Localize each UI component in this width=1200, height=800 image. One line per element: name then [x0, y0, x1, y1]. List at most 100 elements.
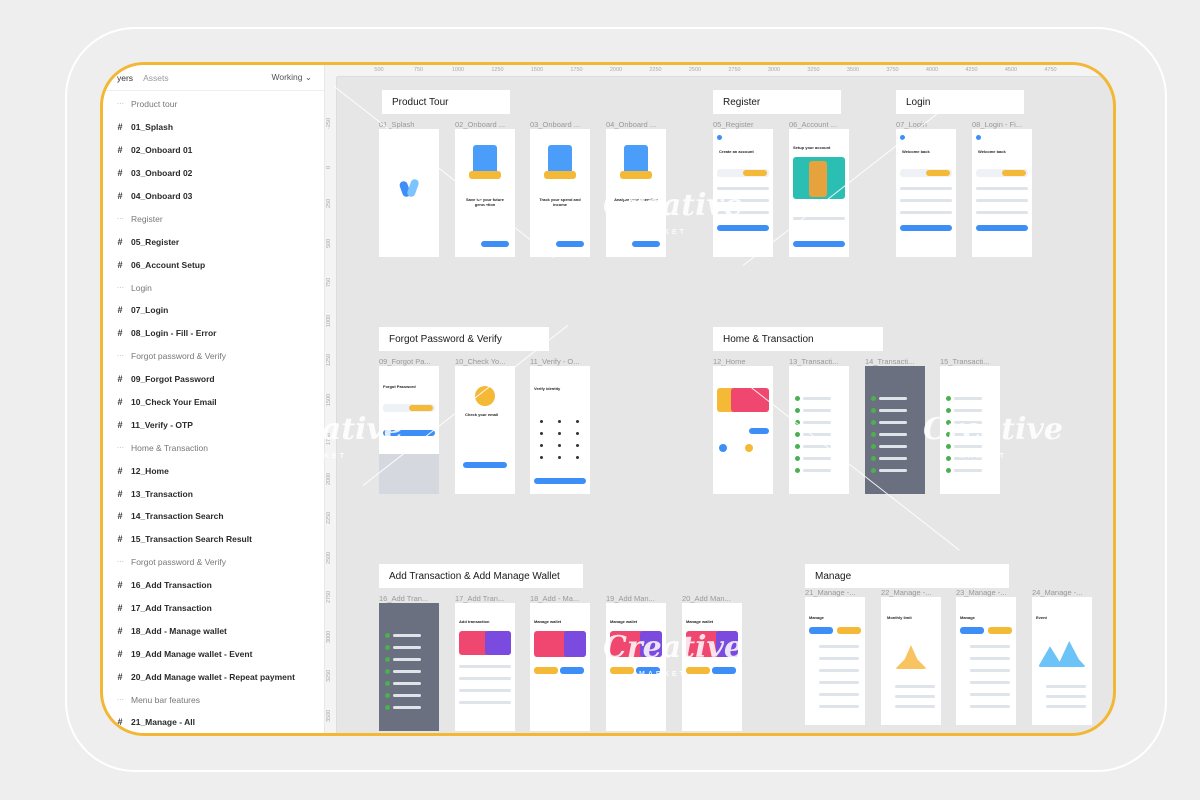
- layer-item[interactable]: #15_Transaction Search Result: [103, 528, 324, 551]
- screen-frame[interactable]: Analyze your spending: [606, 129, 666, 257]
- section-manage[interactable]: Manage: [805, 564, 1009, 588]
- layer-item[interactable]: ⋯ Menu bar features: [103, 688, 324, 711]
- layer-item[interactable]: ⋯ Product tour: [103, 93, 324, 116]
- screen-frame[interactable]: [940, 366, 1000, 494]
- ruler-tick: 1000: [451, 67, 465, 73]
- screen-frame[interactable]: Verify identity: [530, 366, 590, 494]
- screen-frame[interactable]: Manage: [956, 597, 1016, 725]
- section-add-transaction[interactable]: Add Transaction & Add Manage Wallet: [379, 564, 583, 588]
- screen-frame[interactable]: Add transaction: [455, 603, 515, 731]
- frame-label[interactable]: 06_Account ...: [789, 120, 837, 129]
- page-selector[interactable]: Working ⌄: [271, 72, 312, 83]
- section-register[interactable]: Register: [713, 90, 841, 114]
- layer-item[interactable]: #13_Transaction: [103, 482, 324, 505]
- layer-label: 03_Onboard 02: [131, 168, 193, 179]
- screen-frame[interactable]: Manage wallet: [606, 603, 666, 731]
- frame-label[interactable]: 20_Add Man...: [682, 594, 731, 603]
- layer-item[interactable]: #05_Register: [103, 230, 324, 253]
- screen-title: Create an account: [719, 149, 754, 154]
- category-icon: [946, 456, 951, 461]
- frame-label[interactable]: 21_Manage -...: [805, 588, 855, 597]
- frame-label[interactable]: 03_Onboard ...: [530, 120, 580, 129]
- layer-item[interactable]: #20_Add Manage wallet - Repeat payment: [103, 665, 324, 688]
- screen-frame[interactable]: Track your spend and income: [530, 129, 590, 257]
- frame-label[interactable]: 19_Add Man...: [606, 594, 655, 603]
- layer-item[interactable]: #14_Transaction Search: [103, 505, 324, 528]
- frame-label[interactable]: 09_Forgot Pa...: [379, 357, 431, 366]
- layer-item[interactable]: #07_Login: [103, 299, 324, 322]
- screen-frame[interactable]: [379, 603, 439, 731]
- layer-item[interactable]: #16_Add Transaction: [103, 574, 324, 597]
- layer-item[interactable]: #11_Verify - OTP: [103, 413, 324, 436]
- layer-item[interactable]: ⋯ Login: [103, 276, 324, 299]
- frame-label[interactable]: 16_Add Tran...: [379, 594, 428, 603]
- frame-label[interactable]: 10_Check Yo...: [455, 357, 505, 366]
- section-login[interactable]: Login: [896, 90, 1024, 114]
- layer-item[interactable]: ⋯ Register: [103, 207, 324, 230]
- page-selector-label: Working: [271, 72, 303, 82]
- screen-frame[interactable]: Create an account: [713, 129, 773, 257]
- frame-label[interactable]: 23_Manage -...: [956, 588, 1006, 597]
- frame-label[interactable]: 14_Transacti...: [865, 357, 914, 366]
- layer-item[interactable]: #09_Forgot Password: [103, 368, 324, 391]
- design-canvas[interactable]: 500 750 1000 1250 1500 1750 2000 2250 2500 2750 30…: [325, 65, 1113, 733]
- screen-frame[interactable]: [789, 366, 849, 494]
- layer-item[interactable]: #12_Home: [103, 459, 324, 482]
- section-home-transaction[interactable]: Home & Transaction: [713, 327, 883, 351]
- screen-frame[interactable]: [379, 129, 439, 257]
- screen-frame[interactable]: Welcome back: [896, 129, 956, 257]
- input-field: [459, 677, 511, 680]
- screen-frame[interactable]: Welcome back: [972, 129, 1032, 257]
- tab-assets[interactable]: Assets: [143, 73, 169, 83]
- layer-item[interactable]: #04_Onboard 03: [103, 185, 324, 208]
- layer-item[interactable]: #17_Add Transaction: [103, 597, 324, 620]
- frame-label[interactable]: 15_Transacti...: [940, 357, 989, 366]
- ruler-corner: [325, 65, 337, 77]
- layer-item[interactable]: #10_Check Your Email: [103, 391, 324, 414]
- screen-frame[interactable]: Check your email: [455, 366, 515, 494]
- transaction-row: [803, 409, 831, 412]
- frame-label[interactable]: 13_Transacti...: [789, 357, 838, 366]
- layer-item[interactable]: ⋯ Home & Transaction: [103, 436, 324, 459]
- input-field: [717, 187, 769, 190]
- screen-frame[interactable]: Save for your future generation: [455, 129, 515, 257]
- frame-label[interactable]: 17_Add Tran...: [455, 594, 504, 603]
- screen-frame[interactable]: Forgot Password: [379, 366, 439, 494]
- screen-title: Welcome back: [902, 149, 930, 154]
- layer-item[interactable]: #06_Account Setup: [103, 253, 324, 276]
- layer-item[interactable]: ⋯ Forgot password & Verify: [103, 551, 324, 574]
- layer-item[interactable]: ⋯ Forgot password & Verify: [103, 345, 324, 368]
- logo-icon: [717, 135, 722, 140]
- frame-label[interactable]: 22_Manage -...: [881, 588, 931, 597]
- screen-frame[interactable]: Manage wallet: [682, 603, 742, 731]
- screen-frame[interactable]: Manage: [805, 597, 865, 725]
- screen-frame[interactable]: Event: [1032, 597, 1092, 725]
- layer-item[interactable]: #21_Manage - All: [103, 711, 324, 733]
- layer-item[interactable]: #01_Splash: [103, 116, 324, 139]
- layer-item[interactable]: #18_Add - Manage wallet: [103, 619, 324, 642]
- layer-item[interactable]: #02_Onboard 01: [103, 139, 324, 162]
- screen-frame[interactable]: [865, 366, 925, 494]
- frame-label[interactable]: 11_Verify - O...: [530, 357, 579, 366]
- continue-button: [793, 241, 845, 247]
- frame-label[interactable]: 08_Login - Fi...: [972, 120, 1022, 129]
- layer-item[interactable]: #03_Onboard 02: [103, 162, 324, 185]
- layer-item[interactable]: #08_Login - Fill - Error: [103, 322, 324, 345]
- layer-label: 19_Add Manage wallet - Event: [131, 648, 253, 659]
- section-forgot-password[interactable]: Forgot Password & Verify: [379, 327, 549, 351]
- frame-label[interactable]: 18_Add - Ma...: [530, 594, 579, 603]
- frame-label[interactable]: 12_Home: [713, 357, 746, 366]
- screen-frame[interactable]: [713, 366, 773, 494]
- frame-label[interactable]: 24_Manage -...: [1032, 588, 1082, 597]
- frame-label[interactable]: 05_Register: [713, 120, 753, 129]
- ruler-tick: 2250: [649, 67, 662, 73]
- list-row: [819, 705, 859, 708]
- screen-frame[interactable]: Manage wallet: [530, 603, 590, 731]
- section-product-tour[interactable]: Product Tour: [382, 90, 510, 114]
- frame-label[interactable]: 04_Onboard ...: [606, 120, 656, 129]
- screen-frame[interactable]: Monthly limit: [881, 597, 941, 725]
- layer-item[interactable]: #19_Add Manage wallet - Event: [103, 642, 324, 665]
- frame-label[interactable]: 02_Onboard ...: [455, 120, 505, 129]
- screen-frame[interactable]: Setup your account: [789, 129, 849, 257]
- tab-layers[interactable]: yers: [117, 73, 133, 83]
